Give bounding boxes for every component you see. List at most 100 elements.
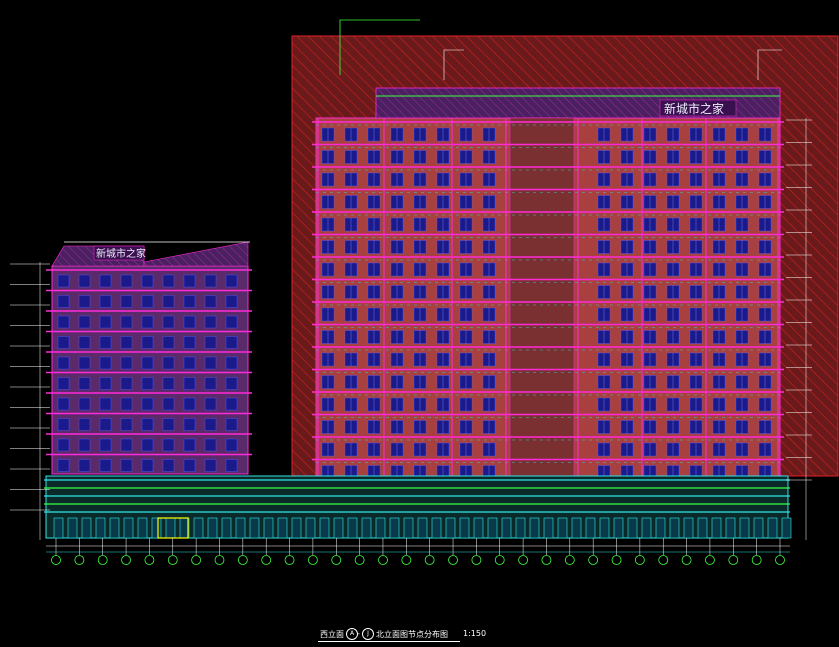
podium-bay (683, 517, 694, 539)
low-window (183, 274, 196, 288)
low-window (162, 274, 175, 288)
podium-bay (319, 517, 330, 539)
axis-dash: - (357, 629, 360, 638)
podium-bay (613, 517, 624, 539)
podium-bay (95, 517, 106, 539)
low-window (99, 418, 112, 431)
low-window (225, 274, 238, 288)
podium-bay (193, 517, 204, 539)
elevation-drawing: 新城市之家 新城市之家 (10, 19, 839, 565)
low-window (78, 356, 91, 370)
podium-bay (599, 517, 610, 539)
drawing-title-prefix: 西立面 (320, 630, 344, 639)
low-block-facade (46, 241, 252, 475)
left-roof-sign: 新城市之家 (96, 247, 146, 260)
podium-bay (109, 517, 120, 539)
axis-bubble (728, 555, 739, 565)
low-window (57, 418, 70, 431)
low-window (162, 315, 175, 329)
low-window (78, 459, 91, 472)
low-window (183, 356, 196, 370)
low-window (141, 315, 154, 329)
podium-bay (585, 517, 596, 539)
low-window (120, 438, 133, 452)
low-window (183, 336, 196, 349)
low-window (162, 459, 175, 472)
axis-bubble (354, 555, 365, 565)
tower-core (509, 117, 575, 479)
low-window (162, 438, 175, 452)
podium-bay (221, 517, 232, 539)
axis-bubble (261, 555, 272, 565)
podium-bay (291, 517, 302, 539)
low-window (78, 438, 91, 452)
podium-bay (53, 517, 64, 539)
low-window (183, 459, 196, 472)
low-window (162, 356, 175, 370)
low-window (120, 315, 133, 329)
axis-bubble (448, 555, 458, 565)
low-window (183, 438, 196, 452)
low-window (57, 377, 70, 390)
low-window (99, 438, 112, 452)
axis-bubble (634, 555, 645, 565)
podium-bay (725, 517, 736, 539)
axis-bubble (518, 555, 528, 565)
low-block-roof-right (143, 241, 249, 267)
podium-bay (347, 517, 358, 539)
low-window (57, 459, 70, 472)
axis-bubble (541, 555, 552, 565)
low-window (183, 315, 196, 329)
axis-bubble (237, 555, 248, 565)
low-window (57, 397, 70, 411)
low-window (78, 377, 91, 390)
low-window (78, 397, 91, 411)
podium-bay (123, 517, 134, 539)
tower-facade (312, 87, 784, 479)
low-window (120, 274, 133, 288)
low-window (120, 397, 133, 411)
low-window (78, 418, 91, 431)
podium-bay (305, 517, 316, 539)
podium-bay (767, 517, 778, 539)
low-window (204, 295, 217, 308)
podium-bay (543, 517, 554, 539)
low-window (204, 336, 217, 349)
axis-bubble (97, 555, 108, 565)
podium-bay (389, 517, 400, 539)
low-window (99, 377, 112, 390)
axis-bubble (494, 555, 505, 565)
low-window (162, 295, 175, 308)
podium-bay (711, 517, 722, 539)
podium-bay (571, 517, 582, 539)
podium-bay (557, 517, 568, 539)
low-window (183, 377, 196, 390)
axis-end-marker: J (362, 628, 374, 640)
low-window (162, 418, 175, 431)
low-window (162, 397, 175, 411)
low-window (204, 418, 217, 431)
low-window (204, 377, 217, 390)
low-window (141, 336, 154, 349)
podium-bay (459, 517, 470, 539)
low-window (141, 418, 154, 431)
axis-bubble (191, 555, 202, 565)
low-window (57, 274, 70, 288)
low-window (141, 356, 154, 370)
axis-bubble (331, 555, 342, 565)
low-window (99, 315, 112, 329)
low-window (57, 438, 70, 452)
low-window (120, 336, 133, 349)
podium-bay (739, 517, 750, 539)
axis-bubble (51, 555, 61, 565)
axis-bubble (167, 555, 178, 565)
low-window (120, 418, 133, 431)
low-window (99, 336, 112, 349)
low-window (99, 295, 112, 308)
podium-bay (375, 517, 386, 539)
axis-bubble (284, 555, 295, 565)
low-window (78, 336, 91, 349)
low-window (204, 459, 217, 472)
podium-bay (641, 517, 652, 539)
podium-bay (333, 517, 344, 539)
